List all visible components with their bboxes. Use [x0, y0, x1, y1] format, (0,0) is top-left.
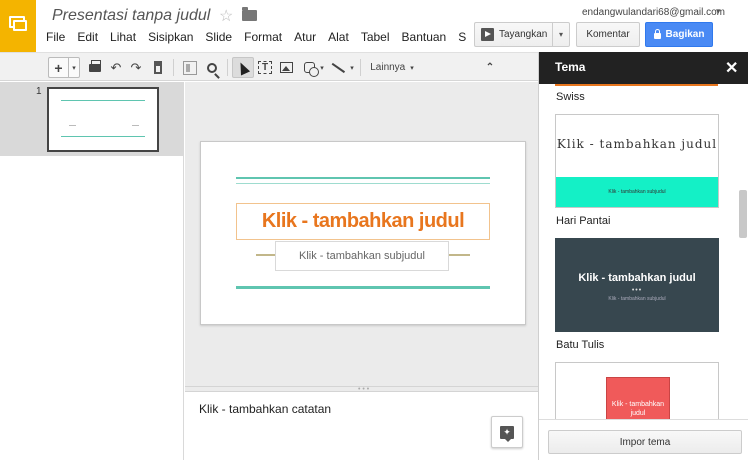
share-button[interactable]: Bagikan	[645, 22, 713, 47]
slide-filmstrip: 1	[0, 82, 184, 460]
menu-view[interactable]: Lihat	[110, 30, 136, 46]
menu-insert[interactable]: Sisipkan	[148, 30, 193, 46]
theme-preview-subtitle: Klik - tambahkan subjudul	[608, 296, 666, 302]
collapse-toolbar-icon[interactable]: ⌃	[483, 57, 497, 78]
import-theme-bar: Impor tema	[539, 419, 748, 460]
print-icon[interactable]	[87, 57, 103, 78]
theme-name: Swiss	[556, 91, 585, 103]
image-icon[interactable]	[277, 57, 295, 78]
theme-preview-dots: •••	[631, 287, 643, 294]
menu-edit[interactable]: Edit	[77, 30, 98, 46]
present-label: Tayangkan	[499, 29, 548, 40]
line-dropdown-icon[interactable]: ▾	[348, 57, 356, 78]
theme-panel-title: Tema	[555, 60, 586, 74]
menu-truncated[interactable]: S	[458, 30, 466, 46]
toolbar: + ▾ ↶ ↷ T ▾ ▾ Lainnya ▾ ⌃	[0, 52, 538, 81]
select-cursor-icon[interactable]	[232, 57, 254, 78]
slide-bottom-rule	[236, 286, 490, 289]
theme-list-scrollbar[interactable]	[739, 190, 747, 238]
thumb-right-dash	[132, 125, 139, 126]
shape-icon[interactable]	[299, 57, 319, 78]
title-placeholder[interactable]: Klik - tambahkan judul	[236, 203, 490, 240]
theme-panel-header: Tema ✕	[539, 52, 748, 84]
notes-placeholder[interactable]: Klik - tambahkan catatan	[199, 402, 331, 416]
new-slide-button[interactable]: +	[48, 57, 68, 78]
theme-preview-title: Klik - tambahkan judul	[578, 272, 696, 284]
slide-number: 1	[36, 86, 42, 97]
menu-file[interactable]: File	[46, 30, 65, 46]
theme-preview-title: Klik - tambahkan judul	[556, 137, 718, 151]
thumb-bottom-rule	[61, 136, 145, 137]
toolbar-divider	[173, 59, 174, 76]
explore-icon: ✦	[500, 425, 514, 442]
present-button-group: Tayangkan ▾	[474, 22, 570, 47]
folder-icon[interactable]	[242, 7, 257, 21]
account-email[interactable]: endangwulandari68@gmail.com	[582, 7, 725, 18]
paint-format-icon[interactable]	[150, 57, 166, 78]
menu-tools[interactable]: Alat	[328, 30, 349, 46]
theme-card-hari-pantai[interactable]: Klik - tambahkan judul ••• Klik - tambah…	[555, 238, 719, 332]
account-dropdown-icon[interactable]: ▾	[716, 6, 721, 17]
theme-preview-band: Klik - tambahkan subjudul	[556, 177, 718, 207]
slide-canvas[interactable]: Klik - tambahkan judul Klik - tambahkan …	[200, 141, 526, 325]
speaker-notes[interactable]: Klik - tambahkan catatan ✦	[185, 392, 538, 460]
lock-icon	[653, 28, 661, 39]
theme-preview-box: Klik - tambahkan judul	[606, 377, 670, 419]
redo-icon[interactable]: ↷	[128, 57, 144, 78]
more-button[interactable]: Lainnya ▾	[366, 57, 418, 78]
theme-card-swiss[interactable]: Klik - tambahkan judul Klik - tambahkan …	[555, 114, 719, 208]
theme-list: Swiss Klik - tambahkan judul Klik - tamb…	[539, 84, 748, 419]
layout-icon[interactable]	[180, 57, 200, 78]
theme-panel: Tema ✕ Swiss Klik - tambahkan judul Klik…	[538, 52, 748, 460]
theme-name: Hari Pantai	[556, 215, 611, 227]
menu-help[interactable]: Bantuan	[402, 30, 447, 46]
app-header: Presentasi tanpa judul ☆ endangwulandari…	[0, 0, 748, 52]
comments-button[interactable]: Komentar	[576, 22, 640, 47]
present-dropdown-button[interactable]: ▾	[552, 22, 570, 47]
slides-logo-icon[interactable]	[0, 0, 36, 52]
star-icon[interactable]: ☆	[219, 6, 233, 26]
present-button[interactable]: Tayangkan	[474, 22, 552, 47]
slide-top-thin-rule	[236, 183, 490, 184]
line-icon[interactable]	[330, 57, 346, 78]
menu-table[interactable]: Tabel	[361, 30, 390, 46]
menu-format[interactable]: Format	[244, 30, 282, 46]
slide-thumbnail[interactable]	[47, 87, 159, 152]
play-icon	[481, 28, 494, 41]
close-icon[interactable]: ✕	[725, 58, 738, 78]
theme-preview-title: Klik - tambahkan judul	[611, 401, 665, 417]
slide-canvas-area: Klik - tambahkan judul Klik - tambahkan …	[185, 82, 538, 386]
thumb-left-dash	[69, 125, 76, 126]
previous-theme-preview[interactable]	[555, 84, 718, 86]
more-dropdown-icon: ▾	[410, 64, 414, 72]
document-title[interactable]: Presentasi tanpa judul	[52, 7, 210, 25]
menu-arrange[interactable]: Atur	[294, 30, 316, 46]
shape-dropdown-icon[interactable]: ▾	[318, 57, 326, 78]
undo-icon[interactable]: ↶	[108, 57, 124, 78]
subtitle-placeholder[interactable]: Klik - tambahkan subjudul	[275, 241, 449, 271]
explore-button[interactable]: ✦	[491, 416, 523, 448]
menu-slide[interactable]: Slide	[205, 30, 232, 46]
toolbar-divider	[227, 59, 228, 76]
theme-name: Batu Tulis	[556, 339, 605, 351]
new-slide-dropdown-icon[interactable]: ▾	[68, 57, 80, 78]
share-label: Bagikan	[665, 29, 705, 40]
toolbar-divider	[360, 59, 361, 76]
thumb-top-rule	[61, 100, 145, 101]
import-theme-button[interactable]: Impor tema	[548, 430, 742, 454]
theme-card-batu-tulis[interactable]: Klik - tambahkan judul	[555, 362, 719, 419]
text-box-icon[interactable]: T	[256, 57, 274, 78]
zoom-icon[interactable]	[203, 57, 221, 78]
slide-top-rule	[236, 177, 490, 179]
more-label: Lainnya	[370, 62, 406, 73]
theme-preview-subtitle: Klik - tambahkan subjudul	[608, 189, 666, 195]
menu-bar: File Edit Lihat Sisipkan Slide Format At…	[46, 30, 478, 46]
